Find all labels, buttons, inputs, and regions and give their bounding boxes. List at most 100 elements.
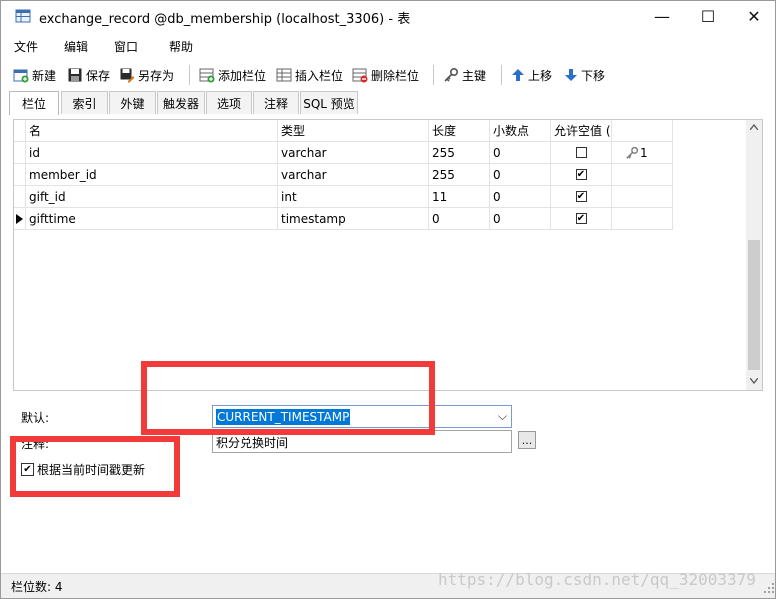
field-name-cell[interactable]: gift_id — [26, 186, 278, 208]
toolbar-separator — [433, 65, 434, 85]
move-up-button[interactable]: 上移 — [511, 65, 552, 85]
tab-foreign-keys[interactable]: 外键 — [109, 91, 156, 114]
table-icon — [15, 9, 31, 23]
toolbar-separator — [501, 65, 502, 85]
field-decimal-cell[interactable]: 0 — [490, 142, 551, 164]
field-key-cell: 1 — [612, 142, 673, 164]
column-header-name[interactable]: 名 — [26, 120, 278, 142]
add-field-button[interactable]: 添加栏位 — [199, 65, 266, 85]
arrow-down-icon — [565, 69, 577, 81]
delete-field-icon — [352, 68, 368, 83]
key-order: 1 — [640, 145, 648, 160]
tab-sql-preview[interactable]: SQL 预览 — [300, 91, 358, 114]
watermark: https://blog.csdn.net/qq_32003379 — [438, 570, 756, 589]
save-button[interactable]: 保存 — [67, 65, 110, 85]
scroll-up-icon[interactable] — [750, 124, 758, 130]
delete-field-label: 删除栏位 — [371, 68, 420, 83]
field-decimal-cell[interactable]: 0 — [490, 186, 551, 208]
save-as-label: 另存为 — [138, 68, 175, 83]
insert-field-button[interactable]: 插入栏位 — [276, 65, 343, 85]
field-length-cell[interactable]: 11 — [429, 186, 490, 208]
field-length-cell[interactable]: 0 — [429, 208, 490, 230]
add-field-label: 添加栏位 — [218, 68, 267, 83]
field-decimal-cell[interactable]: 0 — [490, 208, 551, 230]
highlight-box-checkbox — [10, 436, 180, 497]
grid-vertical-scrollbar[interactable] — [746, 120, 762, 390]
tab-fields[interactable]: 栏位 — [9, 91, 59, 115]
field-count: 栏位数: 4 — [11, 580, 63, 594]
nullable-checkbox[interactable] — [575, 147, 587, 158]
close-button[interactable]: ✕ — [731, 1, 775, 32]
add-field-icon — [199, 68, 215, 83]
toolbar: 新建 保存 另存为 添加栏位 插入栏位 删除栏位 主键 上移 下移 — [1, 61, 775, 89]
tab-triggers[interactable]: 触发器 — [157, 91, 205, 114]
new-table-icon — [13, 69, 29, 83]
field-name-cell[interactable]: gifttime — [26, 208, 278, 230]
row-indicator[interactable] — [14, 164, 26, 186]
field-type-cell[interactable]: int — [278, 186, 429, 208]
tab-options[interactable]: 选项 — [206, 91, 252, 114]
field-nullable-cell[interactable]: ✔ — [551, 186, 612, 208]
column-header-decimal[interactable]: 小数点 — [490, 120, 551, 142]
maximize-icon: ☐ — [700, 7, 716, 26]
scrollbar-thumb[interactable] — [748, 240, 760, 370]
minimize-button[interactable]: — — [639, 1, 685, 32]
column-header-length[interactable]: 长度 — [429, 120, 490, 142]
new-button[interactable]: 新建 — [13, 65, 56, 85]
field-nullable-cell[interactable]: ✔ — [551, 208, 612, 230]
field-decimal-cell[interactable]: 0 — [490, 164, 551, 186]
field-type-cell[interactable]: timestamp — [278, 208, 429, 230]
delete-field-button[interactable]: 删除栏位 — [352, 65, 419, 85]
move-up-label: 上移 — [528, 68, 553, 83]
field-nullable-cell[interactable] — [551, 142, 612, 164]
table-designer-window: exchange_record @db_membership (localhos… — [0, 0, 776, 599]
menu-edit[interactable]: 编辑 — [64, 38, 88, 55]
save-as-button[interactable]: 另存为 — [119, 65, 174, 85]
chevron-down-icon[interactable]: ⌵ — [498, 409, 507, 424]
column-header-key[interactable] — [612, 120, 673, 142]
save-icon — [68, 68, 82, 82]
minimize-icon: — — [654, 7, 670, 26]
field-length-cell[interactable]: 255 — [429, 142, 490, 164]
insert-field-icon — [276, 68, 292, 82]
insert-field-label: 插入栏位 — [295, 68, 344, 83]
comment-ellipsis-button[interactable]: ... — [518, 431, 536, 449]
tab-comment[interactable]: 注释 — [253, 91, 299, 114]
nullable-checkbox[interactable]: ✔ — [575, 169, 587, 180]
highlight-box-default — [141, 361, 435, 435]
field-type-cell[interactable]: varchar — [278, 142, 429, 164]
maximize-button[interactable]: ☐ — [685, 1, 731, 32]
menu-file[interactable]: 文件 — [14, 38, 38, 55]
field-name-cell[interactable]: member_id — [26, 164, 278, 186]
designer-tabs: 栏位 索引 外键 触发器 选项 注释 SQL 预览 — [9, 91, 769, 115]
field-name-cell[interactable]: id — [26, 142, 278, 164]
menu-window[interactable]: 窗口 — [114, 38, 138, 55]
column-header-nullable[interactable]: 允许空值 ( — [551, 120, 612, 142]
nullable-checkbox[interactable]: ✔ — [575, 213, 587, 224]
row-indicator-current[interactable] — [14, 208, 26, 230]
row-indicator[interactable] — [14, 186, 26, 208]
new-label: 新建 — [32, 68, 57, 83]
window-title: exchange_record @db_membership (localhos… — [39, 12, 411, 27]
column-header-type[interactable]: 类型 — [278, 120, 429, 142]
close-icon: ✕ — [747, 7, 761, 26]
move-down-button[interactable]: 下移 — [564, 65, 605, 85]
move-down-label: 下移 — [581, 68, 606, 83]
field-key-cell — [612, 164, 673, 186]
primary-key-icon — [626, 146, 639, 159]
save-label: 保存 — [86, 68, 111, 83]
row-indicator[interactable] — [14, 142, 26, 164]
menu-bar: 文件 编辑 窗口 帮助 — [1, 34, 775, 58]
tab-indexes[interactable]: 索引 — [61, 91, 108, 114]
toolbar-separator — [189, 65, 190, 85]
field-length-cell[interactable]: 255 — [429, 164, 490, 186]
primary-key-button[interactable]: 主键 — [443, 65, 486, 85]
resize-grip-icon[interactable] — [763, 582, 775, 594]
scroll-down-icon[interactable] — [750, 378, 758, 384]
menu-help[interactable]: 帮助 — [169, 38, 193, 55]
key-icon — [444, 67, 459, 82]
field-type-cell[interactable]: varchar — [278, 164, 429, 186]
current-row-arrow-icon — [16, 213, 23, 224]
field-nullable-cell[interactable]: ✔ — [551, 164, 612, 186]
nullable-checkbox[interactable]: ✔ — [575, 191, 587, 202]
